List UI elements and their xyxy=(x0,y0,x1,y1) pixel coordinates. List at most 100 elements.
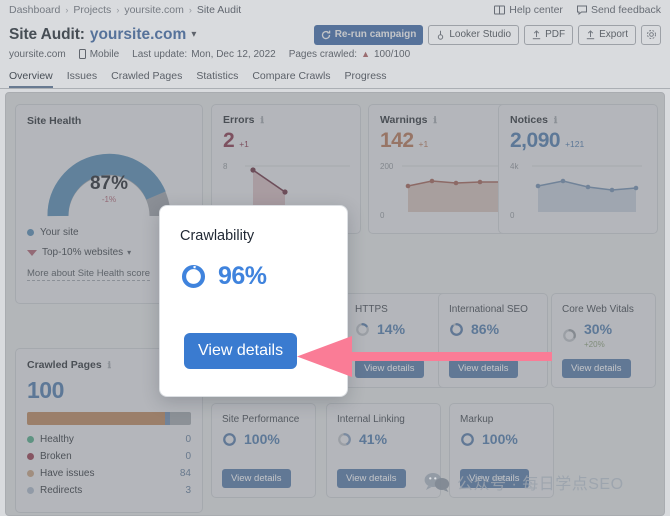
theme-title: Markup xyxy=(460,413,543,426)
looker-icon xyxy=(436,30,445,40)
popup-view-details-button[interactable]: View details xyxy=(184,333,297,369)
progress-ring-icon xyxy=(460,432,475,447)
export-label: Export xyxy=(599,29,628,40)
warnings-sparkline: 200 0 xyxy=(380,162,506,220)
progress-ring-icon xyxy=(337,432,352,447)
tab-statistics[interactable]: Statistics xyxy=(196,70,238,86)
bar-segment-blocked xyxy=(170,412,191,425)
breadcrumb-item-dashboard[interactable]: Dashboard xyxy=(9,4,60,16)
theme-title: Core Web Vitals xyxy=(562,303,645,316)
legend-triangle-icon xyxy=(27,250,37,256)
theme-percent: 86% xyxy=(471,321,499,337)
theme-value-row: 30% +20% xyxy=(562,321,645,349)
theme-value-row: 41% xyxy=(337,431,430,447)
settings-button[interactable] xyxy=(641,25,661,45)
warnings-value: 142 xyxy=(380,130,414,151)
warnings-title-text: Warnings xyxy=(380,114,427,126)
notices-axis-min: 0 xyxy=(510,211,514,220)
crawl-label: Healthy xyxy=(40,434,74,445)
view-details-button[interactable]: View details xyxy=(337,469,406,488)
chevron-down-icon[interactable]: ▾ xyxy=(191,29,196,40)
tab-issues[interactable]: Issues xyxy=(67,70,97,86)
rerun-campaign-button[interactable]: Re-run campaign xyxy=(314,25,424,45)
theme-card-site-performance: Site Performance 100% View details xyxy=(211,403,316,498)
help-center-link[interactable]: Help center xyxy=(494,4,563,16)
breadcrumb-item-projects[interactable]: Projects xyxy=(73,4,111,16)
warnings-metric-card: Warnings ℹ 142 +1 200 0 xyxy=(368,104,518,234)
crawl-label: Have issues xyxy=(40,468,94,479)
info-icon[interactable]: ℹ xyxy=(260,115,263,125)
crawl-count: 84 xyxy=(180,468,191,479)
site-health-value: 87% xyxy=(44,173,174,195)
theme-percent: 100% xyxy=(244,431,280,447)
notices-title-text: Notices xyxy=(510,114,548,126)
notices-delta: +121 xyxy=(565,139,584,151)
export-button[interactable]: Export xyxy=(578,25,636,45)
tab-progress[interactable]: Progress xyxy=(345,70,387,86)
progress-ring-icon xyxy=(355,322,370,337)
warnings-delta: +1 xyxy=(419,139,429,151)
section-tabs: Overview Issues Crawled Pages Statistics… xyxy=(0,70,670,90)
meta-pages-crawled: Pages crawled: ▲ 100/100 xyxy=(289,49,410,60)
help-center-label: Help center xyxy=(509,4,563,16)
list-item[interactable]: Redirects 3 xyxy=(27,485,191,496)
campaign-meta-row: yoursite.com Mobile Last update: Mon, De… xyxy=(0,45,670,63)
page-title: Site Audit: xyxy=(9,26,85,44)
errors-delta: +1 xyxy=(239,139,249,151)
list-item[interactable]: Have issues 84 xyxy=(27,468,191,479)
meta-last-update: Last update: Mon, Dec 12, 2022 xyxy=(132,49,276,60)
progress-ring-icon xyxy=(222,432,237,447)
site-health-gauge: 87% -1% xyxy=(44,140,174,218)
speech-bubble-icon xyxy=(577,5,587,15)
site-health-title: Site Health xyxy=(27,115,191,127)
header-actions: Re-run campaign Looker Studio PDF xyxy=(314,25,661,45)
breadcrumb-separator-icon: › xyxy=(116,5,119,15)
send-feedback-label: Send feedback xyxy=(591,4,661,16)
theme-percent: 100% xyxy=(482,431,518,447)
more-about-site-health-link[interactable]: More about Site Health score xyxy=(27,268,150,281)
theme-title: International SEO xyxy=(449,303,537,316)
theme-percent: 30% xyxy=(584,321,612,337)
book-icon xyxy=(494,5,505,15)
progress-ring-icon xyxy=(562,328,577,343)
tab-overview[interactable]: Overview xyxy=(9,70,53,88)
notices-metric-card: Notices ℹ 2,090 +121 4k 0 xyxy=(498,104,658,234)
info-icon[interactable]: ℹ xyxy=(433,115,436,125)
breadcrumb-item-site[interactable]: yoursite.com xyxy=(124,4,184,16)
theme-value-row: 100% xyxy=(222,431,305,447)
project-name[interactable]: yoursite.com xyxy=(90,26,186,44)
warning-triangle-icon: ▲ xyxy=(361,49,370,59)
info-icon[interactable]: ℹ xyxy=(108,360,111,370)
tab-compare-crawls[interactable]: Compare Crawls xyxy=(252,70,330,86)
meta-pages-crawled-label: Pages crawled: xyxy=(289,49,357,60)
chevron-down-icon[interactable]: ▾ xyxy=(127,248,131,257)
list-item[interactable]: Broken 0 xyxy=(27,451,191,462)
meta-last-update-label: Last update: xyxy=(132,49,187,60)
errors-axis-max: 8 xyxy=(223,162,227,171)
breadcrumb: Dashboard › Projects › yoursite.com › Si… xyxy=(0,0,670,20)
crawled-pages-legend-list: Healthy 0 Broken 0 Have issues 84 xyxy=(27,434,191,496)
crawl-count: 0 xyxy=(185,434,191,445)
pdf-export-button[interactable]: PDF xyxy=(524,25,573,45)
list-item[interactable]: Healthy 0 xyxy=(27,434,191,445)
theme-card-core-web-vitals: Core Web Vitals 30% +20% View details xyxy=(551,293,656,388)
view-details-button[interactable]: View details xyxy=(222,469,291,488)
info-icon[interactable]: ℹ xyxy=(554,115,557,125)
send-feedback-link[interactable]: Send feedback xyxy=(577,4,661,16)
notices-sparkline: 4k 0 xyxy=(510,162,646,220)
view-details-button[interactable]: View details xyxy=(562,359,631,378)
legend-dot-icon xyxy=(27,229,34,236)
crawled-pages-title-text: Crawled Pages xyxy=(27,359,102,371)
looker-studio-button[interactable]: Looker Studio xyxy=(428,25,519,45)
breadcrumb-right-actions: Help center Send feedback xyxy=(494,4,661,16)
rerun-campaign-label: Re-run campaign xyxy=(335,29,417,40)
meta-last-update-value: Mon, Dec 12, 2022 xyxy=(191,49,276,60)
breadcrumb-item-site-audit: Site Audit xyxy=(197,4,241,16)
popup-percent: 96% xyxy=(218,262,267,291)
warnings-value-row: 142 +1 xyxy=(380,130,506,151)
meta-device[interactable]: Mobile xyxy=(79,49,119,60)
breadcrumb-separator-icon: › xyxy=(189,5,192,15)
progress-ring-icon xyxy=(180,263,207,290)
tab-crawled-pages[interactable]: Crawled Pages xyxy=(111,70,182,86)
legend-your-site-label: Your site xyxy=(40,227,79,238)
